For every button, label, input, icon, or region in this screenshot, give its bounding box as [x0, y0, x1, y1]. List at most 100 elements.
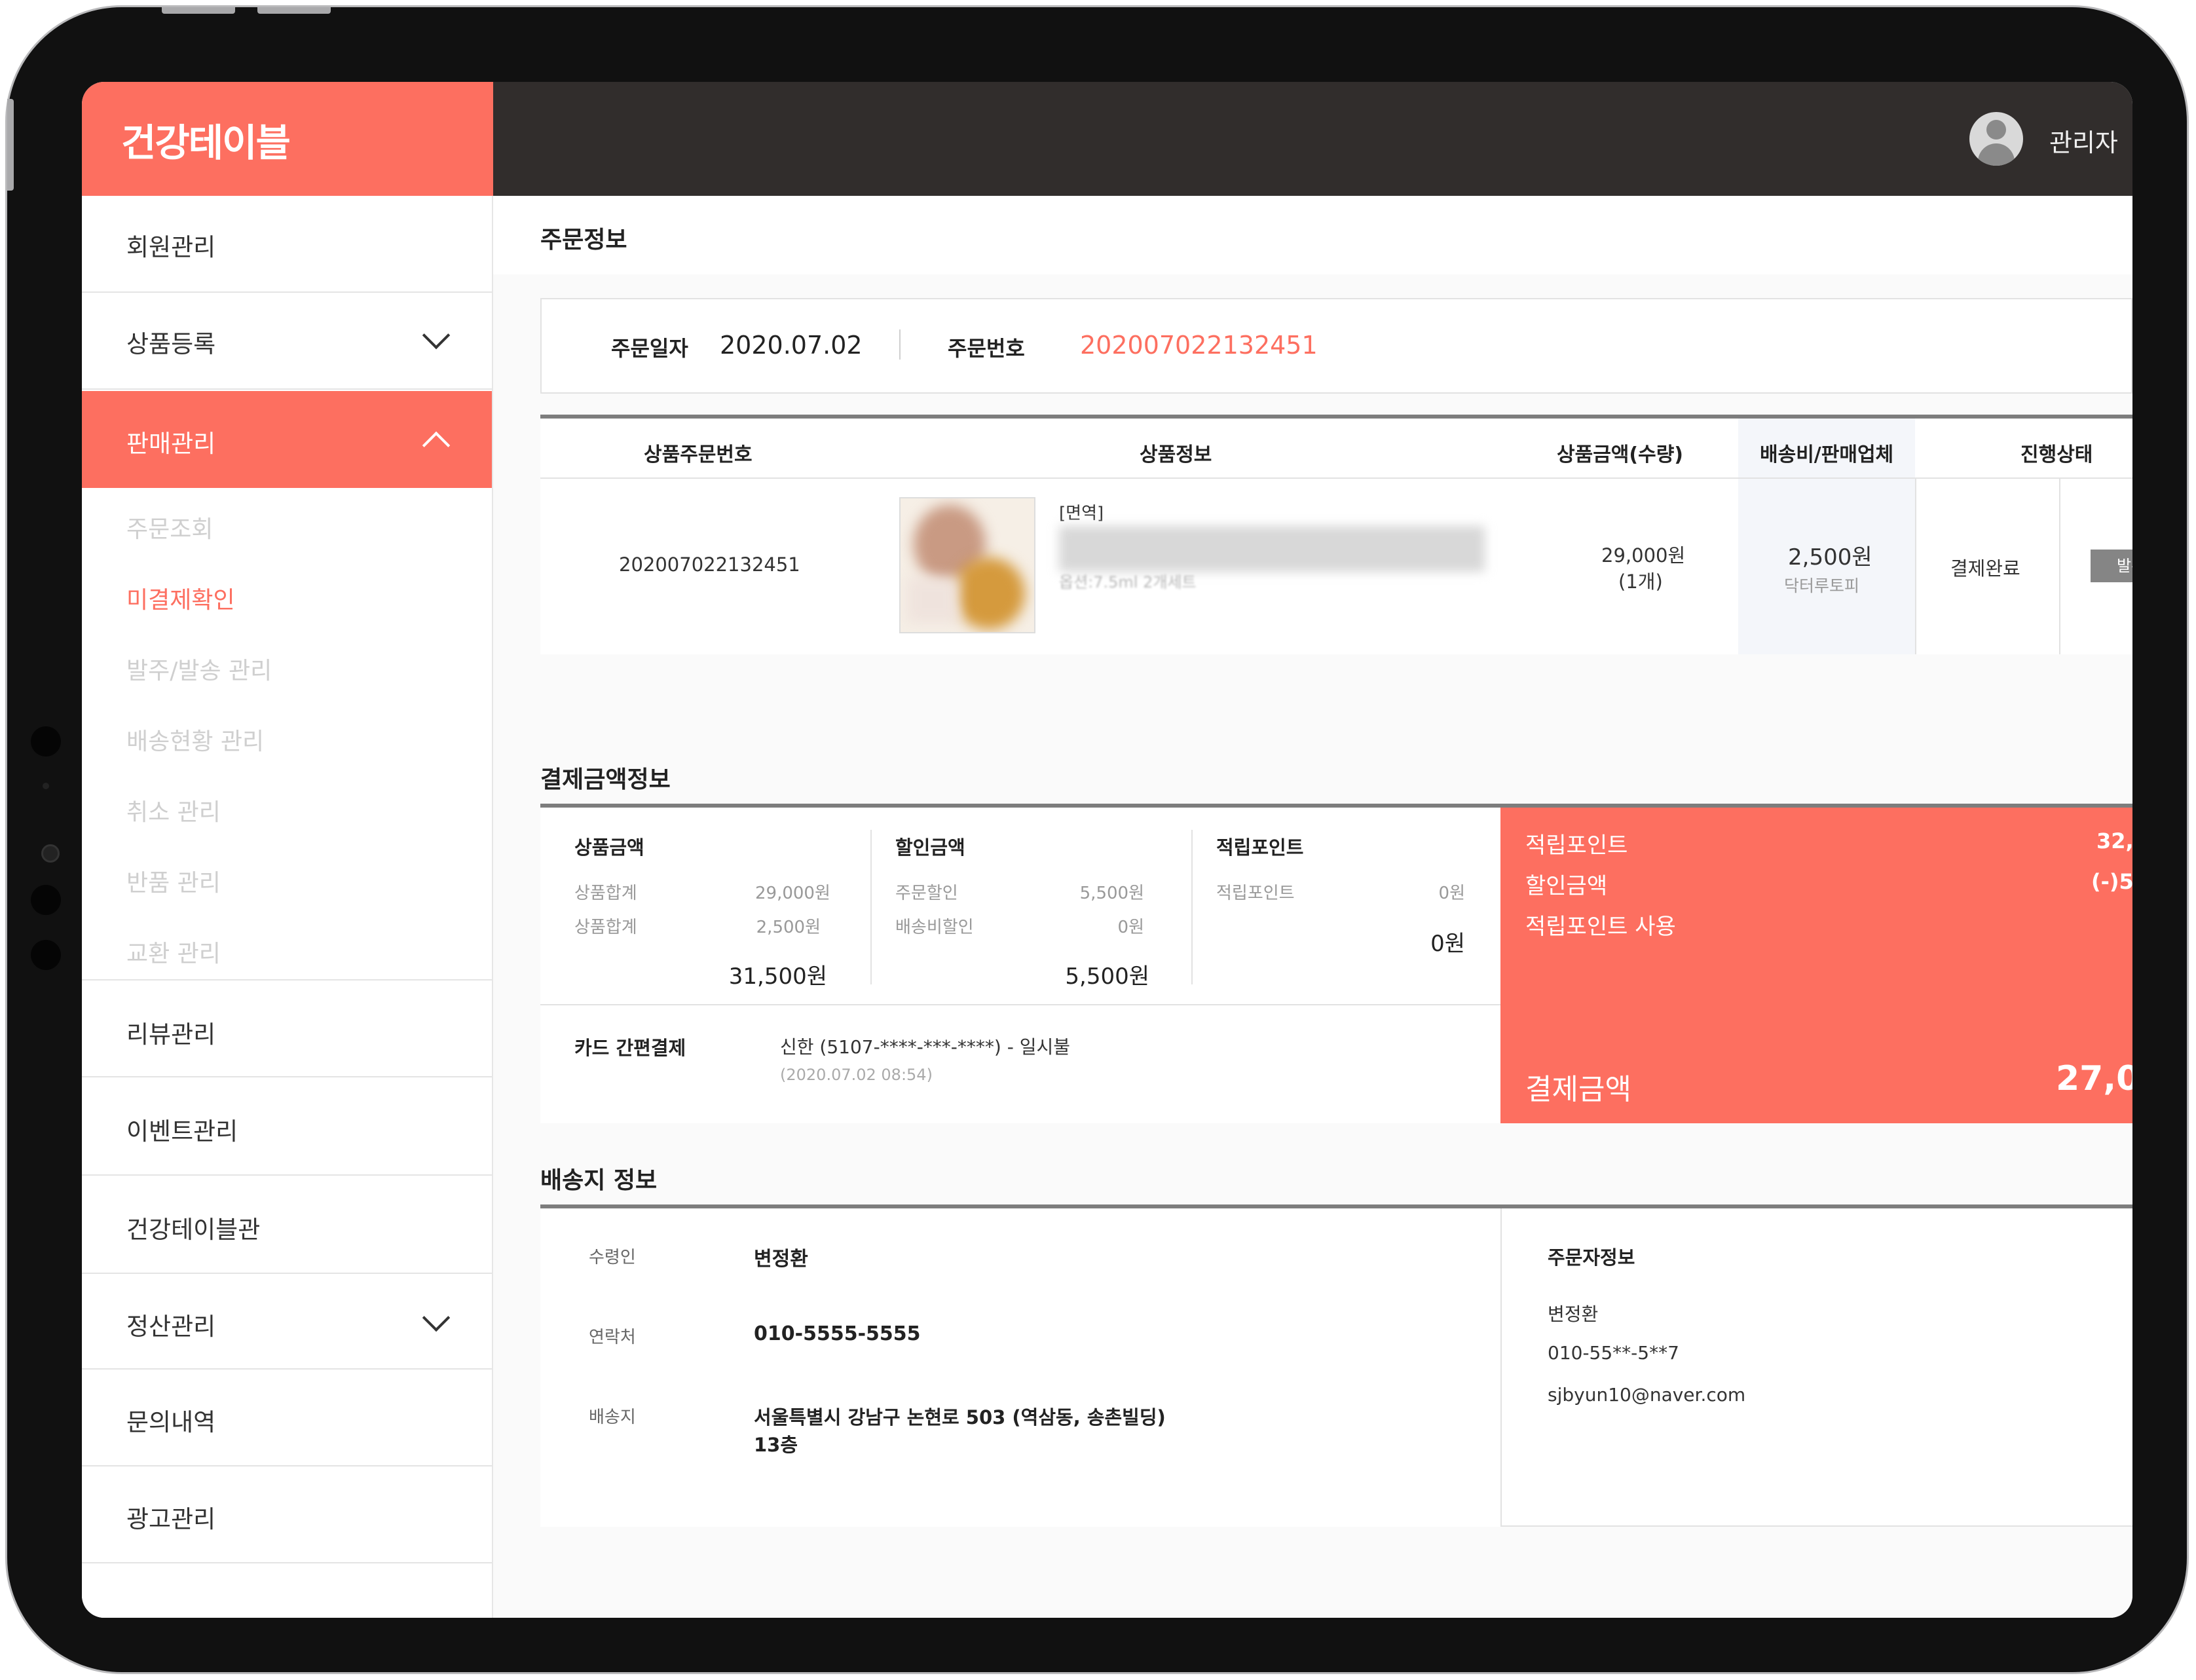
- discount-value: 0원: [1117, 918, 1144, 937]
- address-label: 배송지: [589, 1408, 636, 1427]
- receiver-label: 수령인: [589, 1248, 636, 1267]
- sidebar-item-label: 회원관리: [126, 233, 216, 261]
- tablet-frame: 건강테이블 관리자 회원관리 상품등록 판매관리 주문조회 미결제확인 발주/발…: [5, 5, 2189, 1674]
- chevron-down-icon[interactable]: [422, 321, 451, 350]
- col-order-no: 상품주문번호: [644, 443, 753, 466]
- discount-total: 5,500원: [1065, 963, 1149, 990]
- submenu-dispatch[interactable]: 발주/발송 관리: [126, 652, 272, 686]
- order-info-header: 주문정보: [493, 196, 2132, 274]
- discount-amount-heading: 할인금액: [895, 836, 965, 859]
- order-number-label: 주문번호: [948, 336, 1025, 361]
- sensor-dot: [43, 783, 49, 789]
- sensor-dot: [31, 726, 61, 756]
- sensor-dot: [31, 885, 61, 915]
- row-order-no[interactable]: 202007022132451: [619, 553, 800, 576]
- payment-time: (2020.07.02 08:54): [780, 1066, 933, 1084]
- sidebar-item-label: 판매관리: [126, 430, 216, 458]
- orderer-name: 변정환: [1548, 1303, 1599, 1325]
- submenu-delivery-status[interactable]: 배송현황 관리: [126, 722, 264, 756]
- order-date-label: 주문일자: [611, 336, 688, 361]
- chevron-down-icon[interactable]: [422, 1303, 451, 1332]
- submenu-order-lookup[interactable]: 주문조회: [126, 510, 213, 544]
- user-avatar-icon[interactable]: [1969, 112, 2023, 166]
- product-amount-value: 29,000원: [755, 884, 830, 903]
- table-header: 상품주문번호 상품정보 상품금액(수량) 배송비/판매업체 진행상태: [540, 419, 2132, 479]
- points-heading: 적립포인트: [1216, 836, 1304, 859]
- divider: [540, 1004, 1500, 1005]
- brand-logo[interactable]: 건강테이블: [121, 112, 291, 167]
- app-screen: 건강테이블 관리자 회원관리 상품등록 판매관리 주문조회 미결제확인 발주/발…: [82, 82, 2132, 1618]
- logo-area[interactable]: 건강테이블: [82, 82, 493, 196]
- order-date-value: 2020.07.02: [720, 331, 863, 360]
- product-qty: (1개): [1618, 570, 1663, 593]
- col-price-qty: 상품금액(수량): [1557, 443, 1684, 466]
- table-row: 202007022132451 [면역] 옵션:7.5ml 2개세트 29,00…: [540, 479, 2132, 654]
- sidebar-item-ads[interactable]: 광고관리: [82, 1466, 492, 1563]
- sidebar-item-reviews[interactable]: 리뷰관리: [82, 979, 492, 1077]
- payment-details: 상품금액 상품합계 29,000원 상품합계 2,500원 31,500원 할인…: [540, 808, 1500, 1123]
- delivery-section-title: 배송지 정보: [540, 1167, 658, 1194]
- camera-icon: [41, 844, 60, 863]
- address-line1: 서울특별시 강남구 논현로 503 (역삼동, 송촌빌딩): [754, 1406, 1166, 1428]
- payment-summary-box: 적립포인트 32, 할인금액 (-)5, 적립포인트 사용 결제금액 27,0: [1500, 808, 2132, 1123]
- chevron-up-icon[interactable]: [422, 431, 451, 460]
- submenu-cancel[interactable]: 취소 관리: [126, 793, 221, 827]
- submenu-unpaid-check[interactable]: 미결제확인: [126, 581, 235, 615]
- summary-points-use-label: 적립포인트 사용: [1525, 914, 1676, 940]
- col-status: 진행상태: [2020, 443, 2093, 466]
- sensor-dot: [31, 940, 61, 970]
- divider: [870, 830, 872, 984]
- status-text: 결제완료: [1950, 557, 2020, 580]
- discount-label: 배송비할인: [895, 918, 974, 937]
- sidebar-item-settlement[interactable]: 정산관리: [82, 1274, 492, 1370]
- divider: [2059, 479, 2060, 654]
- summary-discount-value: (-)5,: [2091, 869, 2132, 894]
- discount-value: 5,500원: [1079, 884, 1144, 903]
- shipping-fee: 2,500원: [1788, 544, 1872, 570]
- sidebar-item-label: 광고관리: [126, 1505, 216, 1533]
- product-amount-heading: 상품금액: [574, 836, 644, 859]
- payment-method-value: 신한 (5107-****-***-****) - 일시불: [780, 1036, 1071, 1058]
- delivery-details: 수령인 변정환 연락처 010-5555-5555 배송지 서울특별시 강남구 …: [540, 1208, 1500, 1527]
- col-product-info: 상품정보: [1140, 443, 1212, 466]
- divider: [899, 329, 901, 360]
- product-amount-value: 2,500원: [756, 918, 821, 937]
- phone-label: 연락처: [589, 1328, 636, 1347]
- orderer-email[interactable]: sjbyun10@naver.com: [1548, 1384, 1745, 1406]
- sidebar-item-label: 이벤트관리: [126, 1117, 238, 1146]
- divider: [1191, 830, 1193, 984]
- payment-total-label: 결제금액: [1525, 1073, 1631, 1106]
- hardware-button: [162, 7, 235, 14]
- orderer-title: 주문자정보: [1548, 1246, 1635, 1269]
- hardware-button: [257, 7, 331, 14]
- sidebar-item-sales[interactable]: 판매관리: [82, 391, 492, 488]
- page-title: 주문정보: [540, 227, 627, 253]
- submenu-exchange[interactable]: 교환 관리: [126, 935, 221, 969]
- admin-label[interactable]: 관리자: [2049, 122, 2118, 159]
- shipping-cell: 2,500원 닥터루토피: [1738, 479, 1915, 654]
- product-thumbnail[interactable]: [899, 497, 1035, 633]
- orderer-phone: 010-55**-5**7: [1548, 1342, 1679, 1364]
- dispatch-button[interactable]: 발주: [2091, 550, 2132, 582]
- points-label: 적립포인트: [1216, 884, 1295, 903]
- orderer-info: 주문자정보 변정환 010-55**-5**7 sjbyun10@naver.c…: [1500, 1208, 2132, 1527]
- sidebar-item-label: 건강테이블관: [126, 1216, 261, 1244]
- sidebar-item-inquiries[interactable]: 문의내역: [82, 1370, 492, 1466]
- payment-section-title: 결제금액정보: [540, 766, 671, 793]
- product-price: 29,000원: [1601, 544, 1686, 567]
- product-name-redacted: [1059, 526, 1485, 572]
- order-number-value[interactable]: 202007022132451: [1080, 331, 1318, 360]
- sidebar-item-health-table[interactable]: 건강테이블관: [82, 1176, 492, 1274]
- submenu-return[interactable]: 반품 관리: [126, 864, 221, 898]
- sidebar-item-members[interactable]: 회원관리: [82, 196, 492, 293]
- sidebar-item-events[interactable]: 이벤트관리: [82, 1077, 492, 1176]
- main-content: 주문정보 주문일자 2020.07.02 주문번호 20200702213245…: [493, 196, 2132, 1618]
- product-amount-label: 상품합계: [574, 884, 637, 903]
- product-amount-label: 상품합계: [574, 918, 637, 937]
- sidebar-item-product-register[interactable]: 상품등록: [82, 293, 492, 390]
- sidebar-item-label: 리뷰관리: [126, 1020, 216, 1049]
- sidebar-item-label: 정산관리: [126, 1313, 216, 1341]
- vendor-name: 닥터루토피: [1784, 576, 1860, 595]
- receiver-value: 변정환: [754, 1248, 808, 1271]
- points-value: 0원: [1438, 884, 1465, 903]
